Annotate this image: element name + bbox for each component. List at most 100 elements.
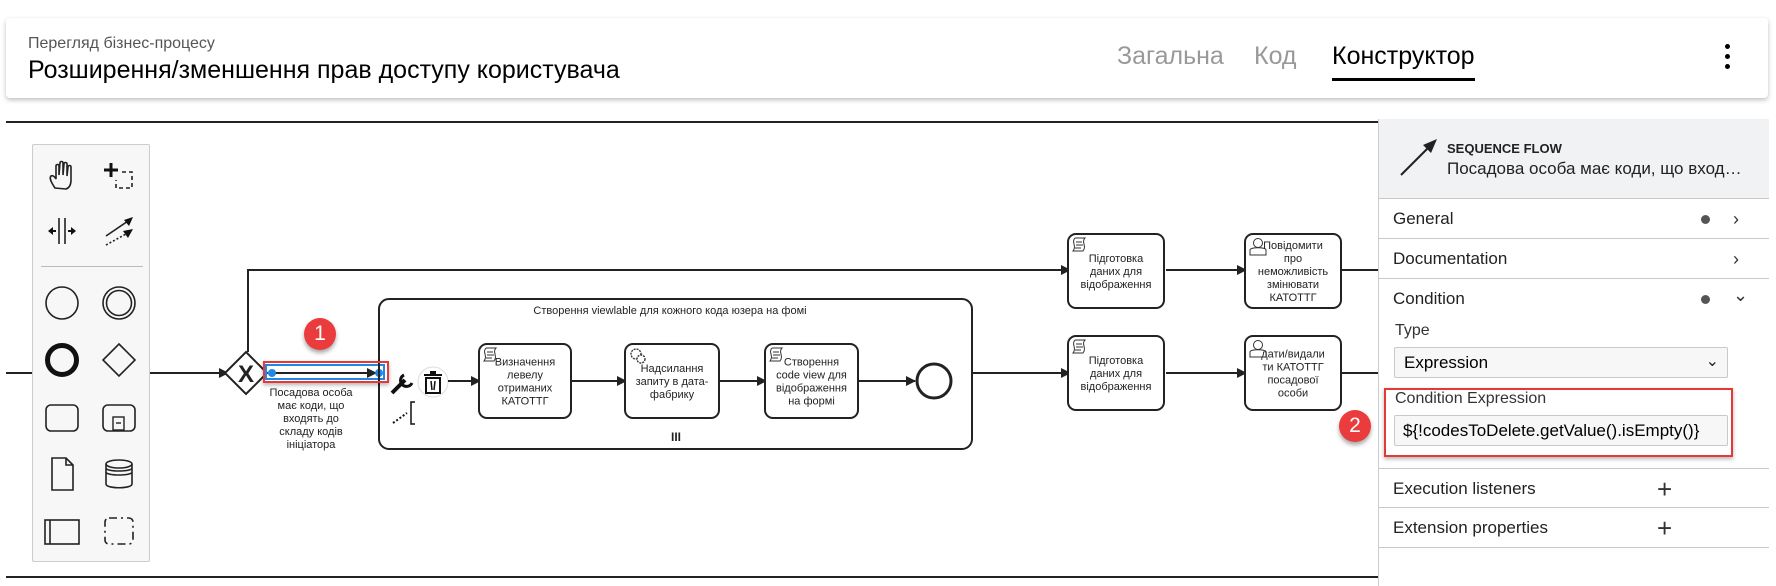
create-intermediate-event[interactable] xyxy=(99,283,139,323)
task-label-line: левелу xyxy=(507,370,543,382)
task-label-line: КАТОТТГ xyxy=(1269,292,1316,304)
task-script[interactable]: Створенняcode view длявідображенняна фор… xyxy=(764,343,859,419)
task-label-line: Підготовка xyxy=(1089,253,1144,265)
tool-palette xyxy=(32,144,150,562)
create-pool[interactable] xyxy=(42,511,82,551)
svg-text:має коди, що: має коди, що xyxy=(278,400,345,412)
end-event[interactable] xyxy=(915,362,953,400)
has-data-indicator xyxy=(1701,215,1710,224)
task-label-line: ти КАТОТТГ xyxy=(1262,362,1323,374)
chevron-down-icon: ⌄ xyxy=(1733,285,1749,305)
annotation-badge-2: 2 xyxy=(1339,410,1371,442)
task-script[interactable]: Підготовкаданих длявідображення xyxy=(1067,335,1165,411)
create-end-event[interactable] xyxy=(42,340,82,380)
global-connect-tool[interactable] xyxy=(99,211,139,251)
task-label-line: КАТОТТГ xyxy=(501,396,548,408)
chevron-right-icon: › xyxy=(1733,209,1739,229)
task-label-line: даних для xyxy=(1090,368,1142,380)
properties-panel: SEQUENCE FLOW Посадова особа має коди, щ… xyxy=(1378,119,1776,586)
chevron-down-icon: ⌄ xyxy=(1705,353,1719,370)
svg-text:складу кодів: складу кодів xyxy=(279,426,343,438)
task-label-line: отриманих xyxy=(498,383,553,395)
task-label-line: Створення xyxy=(784,357,839,369)
wrench-icon[interactable] xyxy=(390,373,414,395)
highlight-box-2 xyxy=(1384,388,1733,457)
task-user[interactable]: дати/видалити КАТОТТГпосадовоїособи xyxy=(1244,335,1342,411)
connect-icon xyxy=(105,217,133,246)
start-event-icon xyxy=(45,286,79,320)
task-label-line: неможливість xyxy=(1258,266,1328,278)
gateway-marker: X xyxy=(238,361,254,388)
end-event-icon xyxy=(45,343,79,377)
group-execution-listeners[interactable]: Execution listeners + xyxy=(1379,468,1769,508)
flow-label: Посадова особа має коди, що входять до с… xyxy=(269,387,353,451)
task-label-line: відображення xyxy=(776,383,847,395)
task-label-line: Підготовка xyxy=(1089,355,1144,367)
hand-tool[interactable] xyxy=(42,155,82,195)
chevron-right-icon: › xyxy=(1733,249,1739,269)
element-type: SEQUENCE FLOW xyxy=(1447,141,1562,156)
palette-separator xyxy=(41,266,143,267)
svg-text:входять до: входять до xyxy=(283,413,339,425)
add-icon[interactable]: + xyxy=(1657,513,1672,544)
task-label-line: на формі xyxy=(788,396,835,408)
properties-header: SEQUENCE FLOW Посадова особа має коди, щ… xyxy=(1379,119,1769,199)
space-tool[interactable] xyxy=(42,211,82,251)
group-documentation[interactable]: Documentation › xyxy=(1379,239,1769,279)
hand-icon xyxy=(49,160,72,190)
task-label-line: Повідомити xyxy=(1263,240,1323,252)
task-user[interactable]: ПовідомитипронеможливістьзмінюватиКАТОТТ… xyxy=(1244,233,1342,309)
task-label-line: code view для xyxy=(776,370,847,382)
create-group[interactable] xyxy=(99,511,139,551)
type-label: Type xyxy=(1395,322,1430,339)
task-label-line: посадової xyxy=(1267,375,1318,387)
task-label-line: змінювати xyxy=(1267,279,1319,291)
connect-icon[interactable] xyxy=(392,401,415,425)
task-service[interactable]: Надсиланнязапиту в дата-фабрику xyxy=(624,343,720,419)
data-object-icon xyxy=(51,457,74,491)
add-icon[interactable]: + xyxy=(1657,474,1672,505)
group-extension-properties[interactable]: Extension properties + xyxy=(1379,508,1769,548)
group-condition[interactable]: Condition ⌄ xyxy=(1379,279,1769,319)
group-general[interactable]: General › xyxy=(1379,199,1769,239)
condition-type-select[interactable]: Expression ⌄ xyxy=(1394,347,1728,378)
create-gateway[interactable] xyxy=(99,340,139,380)
task-label-line: дати/видали xyxy=(1261,349,1325,361)
create-subprocess[interactable] xyxy=(99,397,139,437)
create-data-store[interactable] xyxy=(99,454,139,494)
task-label-line: про xyxy=(1284,253,1302,265)
task-label-line: Визначення xyxy=(495,357,555,369)
intermediate-event-icon xyxy=(102,286,136,320)
has-data-indicator xyxy=(1701,295,1710,304)
lasso-tool[interactable] xyxy=(99,155,139,195)
multi-instance-marker: III xyxy=(671,430,681,444)
group-icon xyxy=(104,517,134,545)
task-label-line: відображення xyxy=(1081,279,1152,291)
task-label-line: даних для xyxy=(1090,266,1142,278)
space-icon xyxy=(48,218,76,244)
highlight-box-1 xyxy=(263,361,389,383)
task-icon xyxy=(45,404,79,432)
task-script[interactable]: ВизначеннялевелуотриманихКАТОТТГ xyxy=(478,343,572,419)
bpmn-diagram[interactable]: X Посадова особа має коди, що входять до… xyxy=(0,0,1378,586)
task-script[interactable]: Підготовкаданих длявідображення xyxy=(1067,233,1165,309)
element-name: Посадова особа має коди, що вход… xyxy=(1447,159,1742,178)
exclusive-gateway[interactable]: X xyxy=(223,350,269,396)
task-label-line: Надсилання xyxy=(641,363,704,375)
subprocess-icon xyxy=(102,404,136,432)
task-label-line: відображення xyxy=(1081,381,1152,393)
sequence-flow-icon xyxy=(1400,139,1437,176)
context-pad[interactable] xyxy=(390,366,449,425)
task-label-line: запиту в дата- xyxy=(636,376,709,388)
svg-text:ініціатора: ініціатора xyxy=(287,439,337,451)
create-data-object[interactable] xyxy=(42,454,82,494)
gateway-icon xyxy=(101,342,137,378)
trash-icon[interactable] xyxy=(417,366,449,398)
create-task[interactable] xyxy=(42,397,82,437)
pool-icon xyxy=(44,519,80,545)
task-label-line: особи xyxy=(1278,388,1308,400)
create-start-event[interactable] xyxy=(42,283,82,323)
subprocess-title: Створення viewlable для кожного кода юзе… xyxy=(533,305,806,317)
more-vert-icon[interactable] xyxy=(1722,44,1732,70)
annotation-badge-1: 1 xyxy=(304,318,336,350)
